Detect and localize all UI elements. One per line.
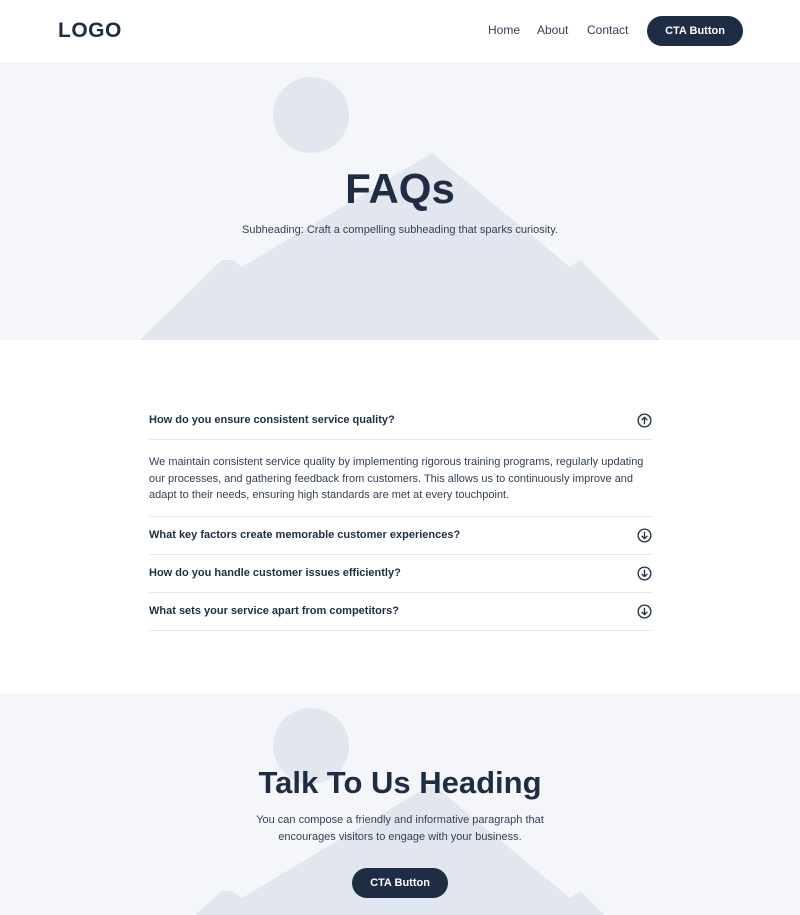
header-cta-button[interactable]: CTA Button: [647, 16, 743, 46]
hero-section: FAQs Subheading: Craft a compelling subh…: [0, 62, 800, 340]
faq-question[interactable]: What sets your service apart from compet…: [149, 593, 652, 617]
arrow-down-circle-icon[interactable]: [637, 566, 652, 581]
contact-cta-button[interactable]: CTA Button: [352, 868, 448, 898]
faq-question[interactable]: How do you handle customer issues effici…: [149, 555, 652, 579]
arrow-up-circle-icon[interactable]: [637, 413, 652, 428]
faq-item-3[interactable]: How do you handle customer issues effici…: [149, 555, 652, 593]
faq-item-4[interactable]: What sets your service apart from compet…: [149, 593, 652, 631]
contact-heading: Talk To Us Heading: [258, 765, 542, 800]
contact-section: Talk To Us Heading You can compose a fri…: [0, 693, 800, 915]
faq-answer-panel: We maintain consistent service quality b…: [149, 440, 652, 517]
faq-item-2[interactable]: What key factors create memorable custom…: [149, 517, 652, 555]
nav-link-about[interactable]: About: [537, 23, 568, 37]
arrow-down-circle-icon[interactable]: [637, 604, 652, 619]
nav-link-home[interactable]: Home: [488, 23, 520, 37]
nav-link-contact[interactable]: Contact: [587, 23, 628, 37]
faq-list: How do you ensure consistent service qua…: [149, 401, 652, 631]
logo[interactable]: LOGO: [58, 19, 122, 43]
faq-answer: We maintain consistent service quality b…: [149, 456, 644, 501]
contact-text: You can compose a friendly and informati…: [256, 814, 544, 843]
page-subtitle: Subheading: Craft a compelling subheadin…: [242, 224, 558, 236]
faq-question[interactable]: How do you ensure consistent service qua…: [149, 401, 652, 426]
arrow-down-circle-icon[interactable]: [637, 528, 652, 543]
faq-question[interactable]: What key factors create memorable custom…: [149, 517, 652, 541]
faq-item-1[interactable]: How do you ensure consistent service qua…: [149, 401, 652, 440]
page-title: FAQs: [345, 165, 455, 212]
site-header: LOGO Home About Contact CTA Button: [0, 0, 800, 62]
